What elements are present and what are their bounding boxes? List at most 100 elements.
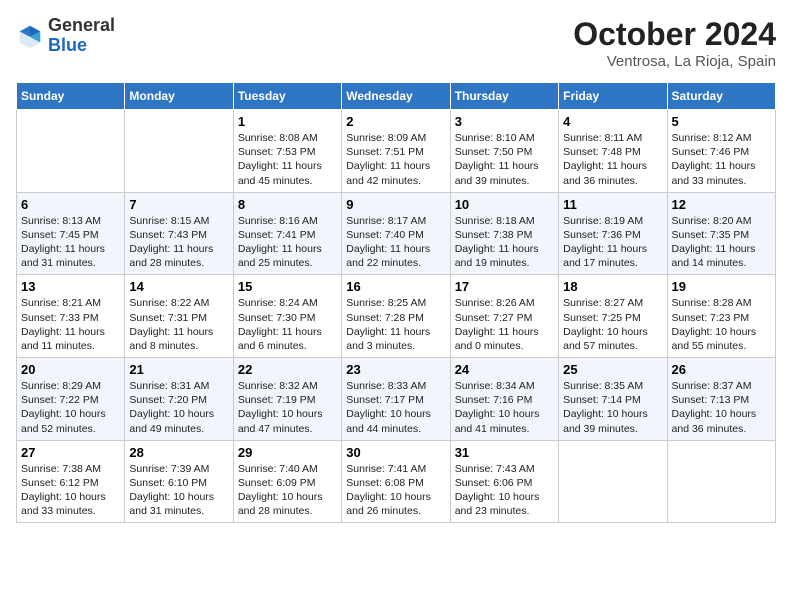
day-number: 15	[238, 279, 337, 294]
calendar-week-row: 1 Sunrise: 8:08 AM Sunset: 7:53 PM Daylig…	[17, 110, 776, 193]
day-content: Sunrise: 8:32 AM Sunset: 7:19 PM Dayligh…	[238, 379, 337, 436]
calendar-cell: 21 Sunrise: 8:31 AM Sunset: 7:20 PM Dayli…	[125, 358, 233, 441]
calendar-cell: 15 Sunrise: 8:24 AM Sunset: 7:30 PM Dayli…	[233, 275, 341, 358]
day-number: 11	[563, 197, 662, 212]
calendar-week-row: 13Sunrise: 8:21 AM Sunset: 7:33 PM Dayli…	[17, 275, 776, 358]
calendar-cell: 17Sunrise: 8:26 AM Sunset: 7:27 PM Dayli…	[450, 275, 558, 358]
calendar-cell: 5 Sunrise: 8:12 AM Sunset: 7:46 PM Daylig…	[667, 110, 775, 193]
calendar-cell: 2 Sunrise: 8:09 AM Sunset: 7:51 PM Daylig…	[342, 110, 450, 193]
calendar-week-row: 27Sunrise: 7:38 AM Sunset: 6:12 PM Dayli…	[17, 440, 776, 523]
calendar-cell: 14 Sunrise: 8:22 AM Sunset: 7:31 PM Dayli…	[125, 275, 233, 358]
calendar-cell: 7 Sunrise: 8:15 AM Sunset: 7:43 PM Daylig…	[125, 192, 233, 275]
location: Ventrosa, La Rioja, Spain	[573, 53, 776, 70]
day-content: Sunrise: 7:38 AM Sunset: 6:12 PM Dayligh…	[21, 462, 120, 519]
logo-blue: Blue	[48, 36, 115, 56]
weekday-header: Wednesday	[342, 83, 450, 110]
weekday-header: Thursday	[450, 83, 558, 110]
day-number: 29	[238, 445, 337, 460]
day-number: 21	[129, 362, 228, 377]
day-content: Sunrise: 8:20 AM Sunset: 7:35 PM Dayligh…	[672, 214, 771, 271]
day-content: Sunrise: 8:10 AM Sunset: 7:50 PM Dayligh…	[455, 131, 554, 188]
calendar-cell: 4Sunrise: 8:11 AM Sunset: 7:48 PM Daylig…	[559, 110, 667, 193]
day-number: 14	[129, 279, 228, 294]
day-number: 24	[455, 362, 554, 377]
day-content: Sunrise: 8:12 AM Sunset: 7:46 PM Dayligh…	[672, 131, 771, 188]
calendar-cell: 22Sunrise: 8:32 AM Sunset: 7:19 PM Dayli…	[233, 358, 341, 441]
day-number: 3	[455, 114, 554, 129]
day-number: 30	[346, 445, 445, 460]
day-content: Sunrise: 8:09 AM Sunset: 7:51 PM Dayligh…	[346, 131, 445, 188]
calendar-cell: 26Sunrise: 8:37 AM Sunset: 7:13 PM Dayli…	[667, 358, 775, 441]
day-content: Sunrise: 7:39 AM Sunset: 6:10 PM Dayligh…	[129, 462, 228, 519]
day-content: Sunrise: 8:33 AM Sunset: 7:17 PM Dayligh…	[346, 379, 445, 436]
day-content: Sunrise: 8:16 AM Sunset: 7:41 PM Dayligh…	[238, 214, 337, 271]
month-title: October 2024	[573, 16, 776, 53]
calendar-week-row: 6 Sunrise: 8:13 AM Sunset: 7:45 PM Daylig…	[17, 192, 776, 275]
weekday-header: Saturday	[667, 83, 775, 110]
calendar-cell: 31 Sunrise: 7:43 AM Sunset: 6:06 PM Dayli…	[450, 440, 558, 523]
calendar-week-row: 20 Sunrise: 8:29 AM Sunset: 7:22 PM Dayli…	[17, 358, 776, 441]
day-content: Sunrise: 8:24 AM Sunset: 7:30 PM Dayligh…	[238, 296, 337, 353]
day-number: 28	[129, 445, 228, 460]
calendar-cell: 18 Sunrise: 8:27 AM Sunset: 7:25 PM Dayli…	[559, 275, 667, 358]
day-content: Sunrise: 8:08 AM Sunset: 7:53 PM Dayligh…	[238, 131, 337, 188]
weekday-header: Sunday	[17, 83, 125, 110]
day-number: 10	[455, 197, 554, 212]
weekday-header: Monday	[125, 83, 233, 110]
day-number: 4	[563, 114, 662, 129]
calendar-cell: 28 Sunrise: 7:39 AM Sunset: 6:10 PM Dayli…	[125, 440, 233, 523]
calendar-cell: 29 Sunrise: 7:40 AM Sunset: 6:09 PM Dayli…	[233, 440, 341, 523]
page-header: General Blue October 2024 Ventrosa, La R…	[16, 16, 776, 70]
day-number: 17	[455, 279, 554, 294]
day-content: Sunrise: 8:31 AM Sunset: 7:20 PM Dayligh…	[129, 379, 228, 436]
day-content: Sunrise: 8:15 AM Sunset: 7:43 PM Dayligh…	[129, 214, 228, 271]
calendar-cell: 11Sunrise: 8:19 AM Sunset: 7:36 PM Dayli…	[559, 192, 667, 275]
calendar-cell: 8 Sunrise: 8:16 AM Sunset: 7:41 PM Daylig…	[233, 192, 341, 275]
calendar-cell: 27Sunrise: 7:38 AM Sunset: 6:12 PM Dayli…	[17, 440, 125, 523]
day-content: Sunrise: 8:35 AM Sunset: 7:14 PM Dayligh…	[563, 379, 662, 436]
day-content: Sunrise: 8:37 AM Sunset: 7:13 PM Dayligh…	[672, 379, 771, 436]
day-number: 5	[672, 114, 771, 129]
calendar-cell: 12 Sunrise: 8:20 AM Sunset: 7:35 PM Dayli…	[667, 192, 775, 275]
day-number: 19	[672, 279, 771, 294]
calendar-table: SundayMondayTuesdayWednesdayThursdayFrid…	[16, 82, 776, 523]
calendar-body: 1 Sunrise: 8:08 AM Sunset: 7:53 PM Daylig…	[17, 110, 776, 523]
calendar-cell	[125, 110, 233, 193]
day-number: 18	[563, 279, 662, 294]
day-content: Sunrise: 8:21 AM Sunset: 7:33 PM Dayligh…	[21, 296, 120, 353]
day-content: Sunrise: 8:13 AM Sunset: 7:45 PM Dayligh…	[21, 214, 120, 271]
day-number: 6	[21, 197, 120, 212]
calendar-cell: 30 Sunrise: 7:41 AM Sunset: 6:08 PM Dayli…	[342, 440, 450, 523]
day-content: Sunrise: 7:41 AM Sunset: 6:08 PM Dayligh…	[346, 462, 445, 519]
day-number: 7	[129, 197, 228, 212]
day-content: Sunrise: 8:17 AM Sunset: 7:40 PM Dayligh…	[346, 214, 445, 271]
calendar-cell	[559, 440, 667, 523]
title-block: October 2024 Ventrosa, La Rioja, Spain	[573, 16, 776, 70]
calendar-cell: 23 Sunrise: 8:33 AM Sunset: 7:17 PM Dayli…	[342, 358, 450, 441]
weekday-row: SundayMondayTuesdayWednesdayThursdayFrid…	[17, 83, 776, 110]
calendar-cell: 24 Sunrise: 8:34 AM Sunset: 7:16 PM Dayli…	[450, 358, 558, 441]
day-number: 1	[238, 114, 337, 129]
day-content: Sunrise: 8:18 AM Sunset: 7:38 PM Dayligh…	[455, 214, 554, 271]
day-number: 9	[346, 197, 445, 212]
day-content: Sunrise: 7:43 AM Sunset: 6:06 PM Dayligh…	[455, 462, 554, 519]
day-number: 25	[563, 362, 662, 377]
calendar-cell	[17, 110, 125, 193]
day-content: Sunrise: 8:29 AM Sunset: 7:22 PM Dayligh…	[21, 379, 120, 436]
day-content: Sunrise: 8:27 AM Sunset: 7:25 PM Dayligh…	[563, 296, 662, 353]
day-number: 2	[346, 114, 445, 129]
day-content: Sunrise: 8:22 AM Sunset: 7:31 PM Dayligh…	[129, 296, 228, 353]
day-number: 12	[672, 197, 771, 212]
day-content: Sunrise: 8:34 AM Sunset: 7:16 PM Dayligh…	[455, 379, 554, 436]
calendar-cell: 13Sunrise: 8:21 AM Sunset: 7:33 PM Dayli…	[17, 275, 125, 358]
day-number: 16	[346, 279, 445, 294]
day-number: 8	[238, 197, 337, 212]
day-number: 31	[455, 445, 554, 460]
day-number: 23	[346, 362, 445, 377]
calendar-cell: 20 Sunrise: 8:29 AM Sunset: 7:22 PM Dayli…	[17, 358, 125, 441]
weekday-header: Friday	[559, 83, 667, 110]
day-content: Sunrise: 7:40 AM Sunset: 6:09 PM Dayligh…	[238, 462, 337, 519]
day-number: 20	[21, 362, 120, 377]
calendar-cell: 1 Sunrise: 8:08 AM Sunset: 7:53 PM Daylig…	[233, 110, 341, 193]
calendar-cell: 19Sunrise: 8:28 AM Sunset: 7:23 PM Dayli…	[667, 275, 775, 358]
